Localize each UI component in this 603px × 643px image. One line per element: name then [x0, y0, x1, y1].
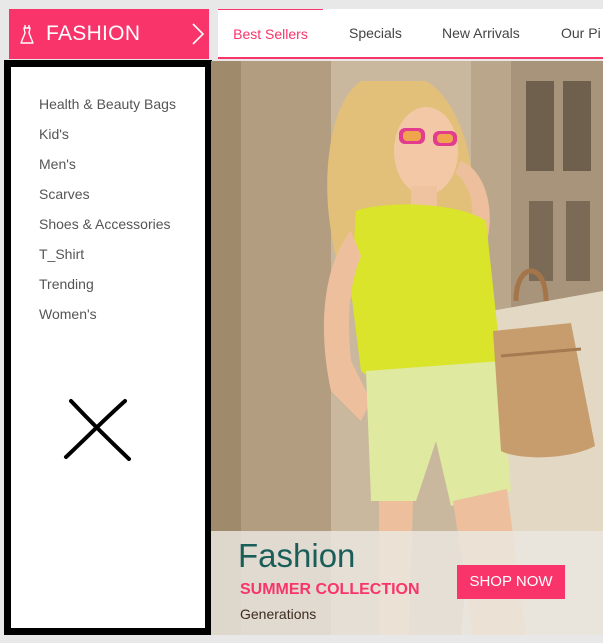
category-header[interactable]: FASHION — [9, 9, 209, 59]
dress-icon — [20, 25, 34, 44]
tab-our-picks[interactable]: Our Pi — [561, 9, 601, 57]
tab-new-arrivals[interactable]: New Arrivals — [442, 9, 520, 57]
banner-title: Fashion — [238, 537, 356, 574]
sidebar-item-health-beauty-bags[interactable]: Health & Beauty Bags — [11, 89, 205, 119]
category-sidebar: Health & Beauty Bags Kid's Men's Scarves… — [4, 60, 212, 635]
category-title: FASHION — [46, 22, 141, 45]
sidebar-item-t-shirt[interactable]: T_Shirt — [11, 239, 205, 269]
sidebar-item-shoes-accessories[interactable]: Shoes & Accessories — [11, 209, 205, 239]
banner-caption: Fashion SUMMER COLLECTION Generations SH… — [211, 531, 603, 635]
sidebar-item-womens[interactable]: Women's — [11, 299, 205, 329]
shop-now-button[interactable]: SHOP NOW — [457, 565, 565, 599]
sidebar-item-kids[interactable]: Kid's — [11, 119, 205, 149]
category-list: Health & Beauty Bags Kid's Men's Scarves… — [11, 67, 205, 329]
sidebar-item-scarves[interactable]: Scarves — [11, 179, 205, 209]
tab-best-sellers[interactable]: Best Sellers — [218, 9, 323, 57]
cross-mark-annotation — [64, 399, 131, 461]
chevron-right-icon[interactable] — [191, 22, 205, 46]
product-tabs: Best Sellers Specials New Arrivals Our P… — [218, 9, 603, 59]
sidebar-item-mens[interactable]: Men's — [11, 149, 205, 179]
banner-tagline: Generations — [240, 606, 317, 622]
tab-specials[interactable]: Specials — [349, 9, 402, 57]
sidebar-item-trending[interactable]: Trending — [11, 269, 205, 299]
banner-subtitle: SUMMER COLLECTION — [240, 581, 420, 598]
hero-banner[interactable]: Fashion SUMMER COLLECTION Generations SH… — [211, 61, 603, 635]
